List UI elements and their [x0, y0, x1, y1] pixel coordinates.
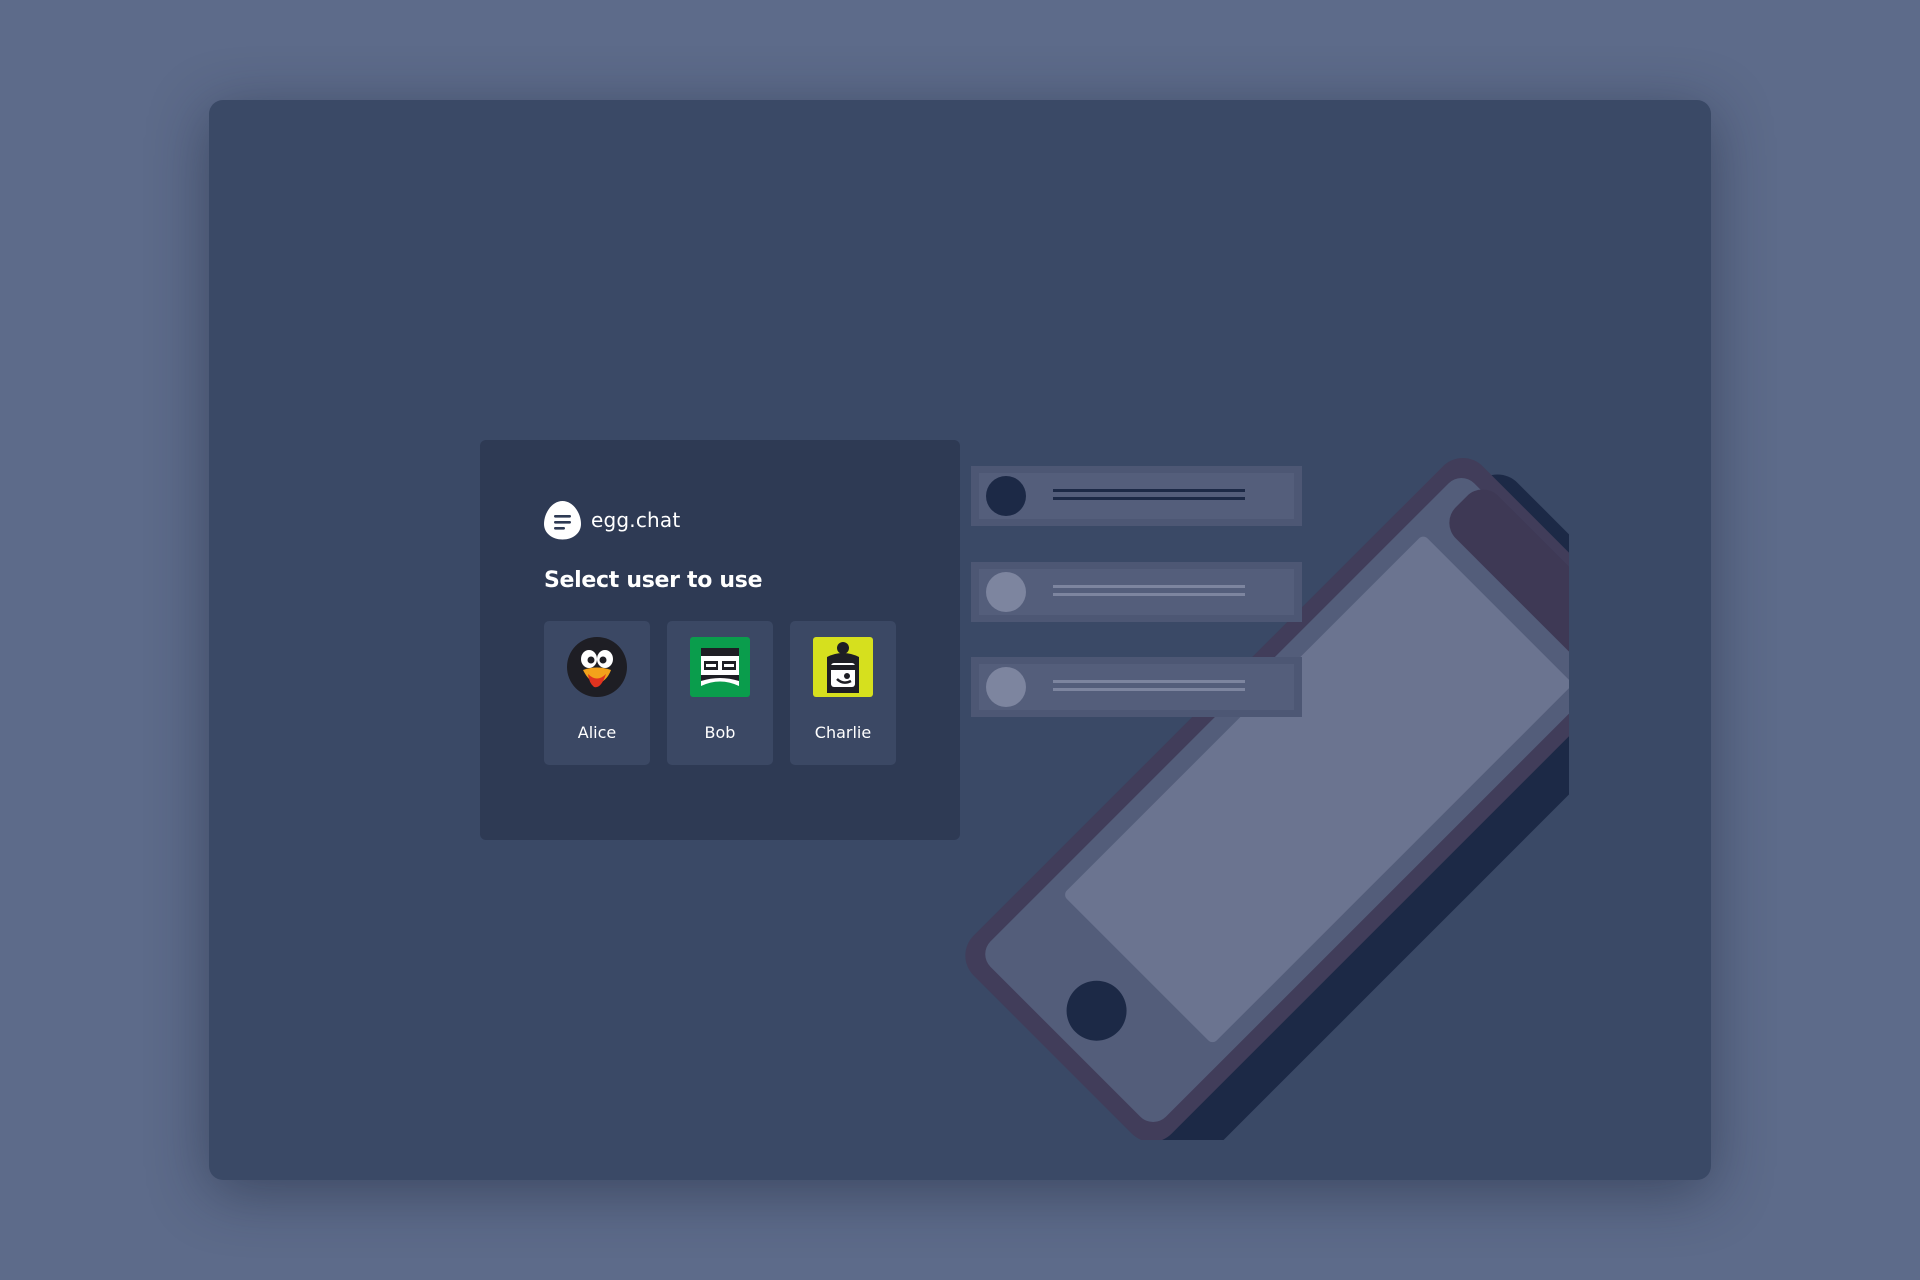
page-title: Select user to use: [544, 568, 763, 593]
chat-bubble-3: [971, 657, 1302, 717]
user-tile-bob[interactable]: Bob: [667, 621, 773, 765]
chat-bubble-1: [971, 466, 1302, 526]
user-name: Alice: [577, 723, 617, 742]
user-list: Alice Bob Charlie: [544, 621, 896, 765]
user-select-card: egg.chat Select user to use Alice Bob Ch…: [480, 440, 960, 840]
user-name: Bob: [704, 723, 736, 742]
user-name: Charlie: [814, 723, 872, 742]
user-tile-alice[interactable]: Alice: [544, 621, 650, 765]
brand: egg.chat: [544, 500, 896, 540]
app-name: egg.chat: [591, 508, 681, 532]
chat-bubble-2: [971, 562, 1302, 622]
egg-logo-icon: [544, 501, 581, 540]
ninja-avatar-icon: [813, 637, 873, 697]
penguin-avatar-icon: [567, 637, 627, 697]
user-tile-charlie[interactable]: Charlie: [790, 621, 896, 765]
phone-chat-illustration: [965, 458, 1569, 1140]
app-window: egg.chat Select user to use Alice Bob Ch…: [209, 100, 1711, 1180]
robot-avatar-icon: [690, 637, 750, 697]
